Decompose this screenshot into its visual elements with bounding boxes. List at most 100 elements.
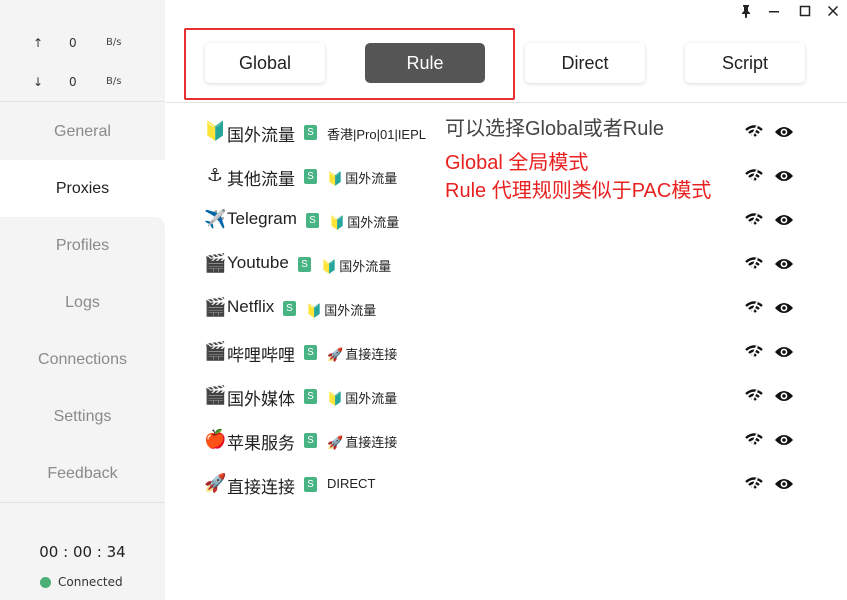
sidebar-item-label: Logs [65,293,100,311]
latency-test-icon[interactable] [744,475,764,493]
proxy-group-row[interactable]: 🎬 国外媒体 S 🔰 国外流量 [166,374,847,418]
selected-node-label: 国外流量 [339,259,392,274]
proxy-group-emoji-icon: ⚓ [206,165,224,186]
sidebar-item-profiles[interactable]: Profiles [0,217,165,274]
sidebar-item-label: Profiles [55,236,110,254]
download-unit: B/s [106,76,122,87]
mode-script-button[interactable]: Script [685,43,805,83]
eye-icon[interactable] [774,476,794,492]
proxy-group-name[interactable]: Netflix [227,297,274,317]
window-controls [727,0,847,22]
proxy-group-row[interactable]: 🎬 Netflix S 🔰 国外流量 [166,286,847,330]
selected-node-emoji-icon: 🔰 [327,171,344,186]
mode-label: Direct [561,52,609,73]
maximize-icon[interactable] [795,2,815,20]
upload-unit: B/s [106,37,122,48]
selected-node-emoji-icon: 🔰 [306,303,323,318]
traffic-panel: ↑ 0 B/s ↓ 0 B/s [0,0,165,102]
proxy-type-badge: S [306,213,319,228]
proxy-selected-node[interactable]: 🔰 国外流量 [327,168,397,187]
proxy-type-badge: S [304,125,317,140]
sidebar-item-label: Proxies [55,179,110,197]
latency-test-icon[interactable] [744,167,764,185]
sidebar-item-label: Feedback [47,464,118,482]
selected-node-emoji-icon: 🔰 [329,215,346,230]
proxy-selected-node[interactable]: DIRECT [327,476,375,491]
proxy-group-emoji-icon: 🔰 [204,121,227,142]
latency-test-icon[interactable] [744,431,764,449]
eye-icon[interactable] [774,300,794,316]
proxy-group-name[interactable]: Telegram [227,209,297,229]
close-icon[interactable] [823,2,843,20]
proxy-group-emoji-icon: 🎬 [204,297,227,318]
eye-icon[interactable] [774,256,794,272]
eye-icon[interactable] [774,168,794,184]
sidebar-item-logs[interactable]: Logs [0,274,165,331]
proxy-group-row[interactable]: 🎬 Youtube S 🔰 国外流量 [166,242,847,286]
selected-node-label: 直接连接 [345,347,398,362]
proxy-group-name[interactable]: 其他流量 [227,165,295,190]
proxy-group-row[interactable]: ✈️ Telegram S 🔰 国外流量 [166,198,847,242]
download-arrow-icon: ↓ [33,75,44,89]
selected-node-label: DIRECT [327,476,376,491]
mode-label: Global [238,52,292,73]
proxy-group-name[interactable]: 直接连接 [227,473,295,498]
proxy-group-row[interactable]: 🍎 苹果服务 S 🚀 直接连接 [166,418,847,462]
proxy-group-name[interactable]: 苹果服务 [227,429,295,454]
proxy-group-name[interactable]: 哔哩哔哩 [227,341,295,366]
proxy-group-name[interactable]: 国外媒体 [227,385,295,410]
latency-test-icon[interactable] [744,123,764,141]
selected-node-label: 国外流量 [345,391,398,406]
connection-status-panel: 00 : 00 : 34 Connected [0,502,165,600]
minimize-icon[interactable] [764,2,784,20]
sidebar-nav: General Proxies Profiles Logs Connection… [0,103,165,502]
upload-value: 0 [69,36,77,50]
sidebar-item-general[interactable]: General [0,103,165,160]
status-dot-icon [40,576,51,588]
sidebar-item-feedback[interactable]: Feedback [0,445,165,502]
latency-test-icon[interactable] [744,211,764,229]
proxy-group-name[interactable]: 国外流量 [227,121,295,146]
mode-global-button[interactable]: Global [205,43,325,83]
eye-icon[interactable] [774,212,794,228]
proxy-selected-node[interactable]: 🚀 直接连接 [327,432,397,451]
proxy-type-badge: S [304,477,317,492]
proxy-selected-node[interactable]: 🔰 国外流量 [327,388,397,407]
proxy-selected-node[interactable]: 🔰 国外流量 [329,212,399,231]
uptime-timer: 00 : 00 : 34 [39,543,126,561]
download-value: 0 [69,75,77,89]
selected-node-label: 国外流量 [324,303,377,318]
latency-test-icon[interactable] [744,387,764,405]
sidebar-item-connections[interactable]: Connections [0,331,165,388]
selected-node-emoji-icon: 🚀 [327,435,344,450]
proxy-selected-node[interactable]: 🔰 国外流量 [306,300,376,319]
eye-icon[interactable] [774,124,794,140]
latency-test-icon[interactable] [744,299,764,317]
latency-test-icon[interactable] [744,343,764,361]
eye-icon[interactable] [774,344,794,360]
proxy-selected-node[interactable]: 🚀 直接连接 [327,344,397,363]
latency-test-icon[interactable] [744,255,764,273]
proxy-selected-node[interactable]: 🔰 国外流量 [321,256,391,275]
pin-icon[interactable] [736,2,756,20]
proxy-type-badge: S [304,389,317,404]
annotation-text: 可以选择Global或者Rule [445,118,664,140]
eye-icon[interactable] [774,388,794,404]
sidebar-item-label: Settings [53,407,112,425]
proxy-group-emoji-icon: 🎬 [204,385,227,406]
mode-rule-button[interactable]: Rule [365,43,485,83]
proxy-group-row[interactable]: 🎬 哔哩哔哩 S 🚀 直接连接 [166,330,847,374]
mode-direct-button[interactable]: Direct [525,43,645,83]
selected-node-label: 国外流量 [345,171,398,186]
proxy-type-badge: S [298,257,311,272]
proxy-group-row[interactable]: 🚀 直接连接 S DIRECT [166,462,847,506]
proxy-group-name[interactable]: Youtube [227,253,289,273]
sidebar-item-proxies[interactable]: Proxies [0,160,165,217]
proxy-selected-node[interactable]: 香港|Pro|01|IEPL [327,124,426,143]
eye-icon[interactable] [774,432,794,448]
proxy-group-emoji-icon: 🎬 [204,253,227,274]
proxy-group-emoji-icon: ✈️ [204,209,227,230]
sidebar-item-settings[interactable]: Settings [0,388,165,445]
status-text: Connected [58,575,123,589]
selected-node-label: 香港|Pro|01|IEPL [327,127,427,142]
